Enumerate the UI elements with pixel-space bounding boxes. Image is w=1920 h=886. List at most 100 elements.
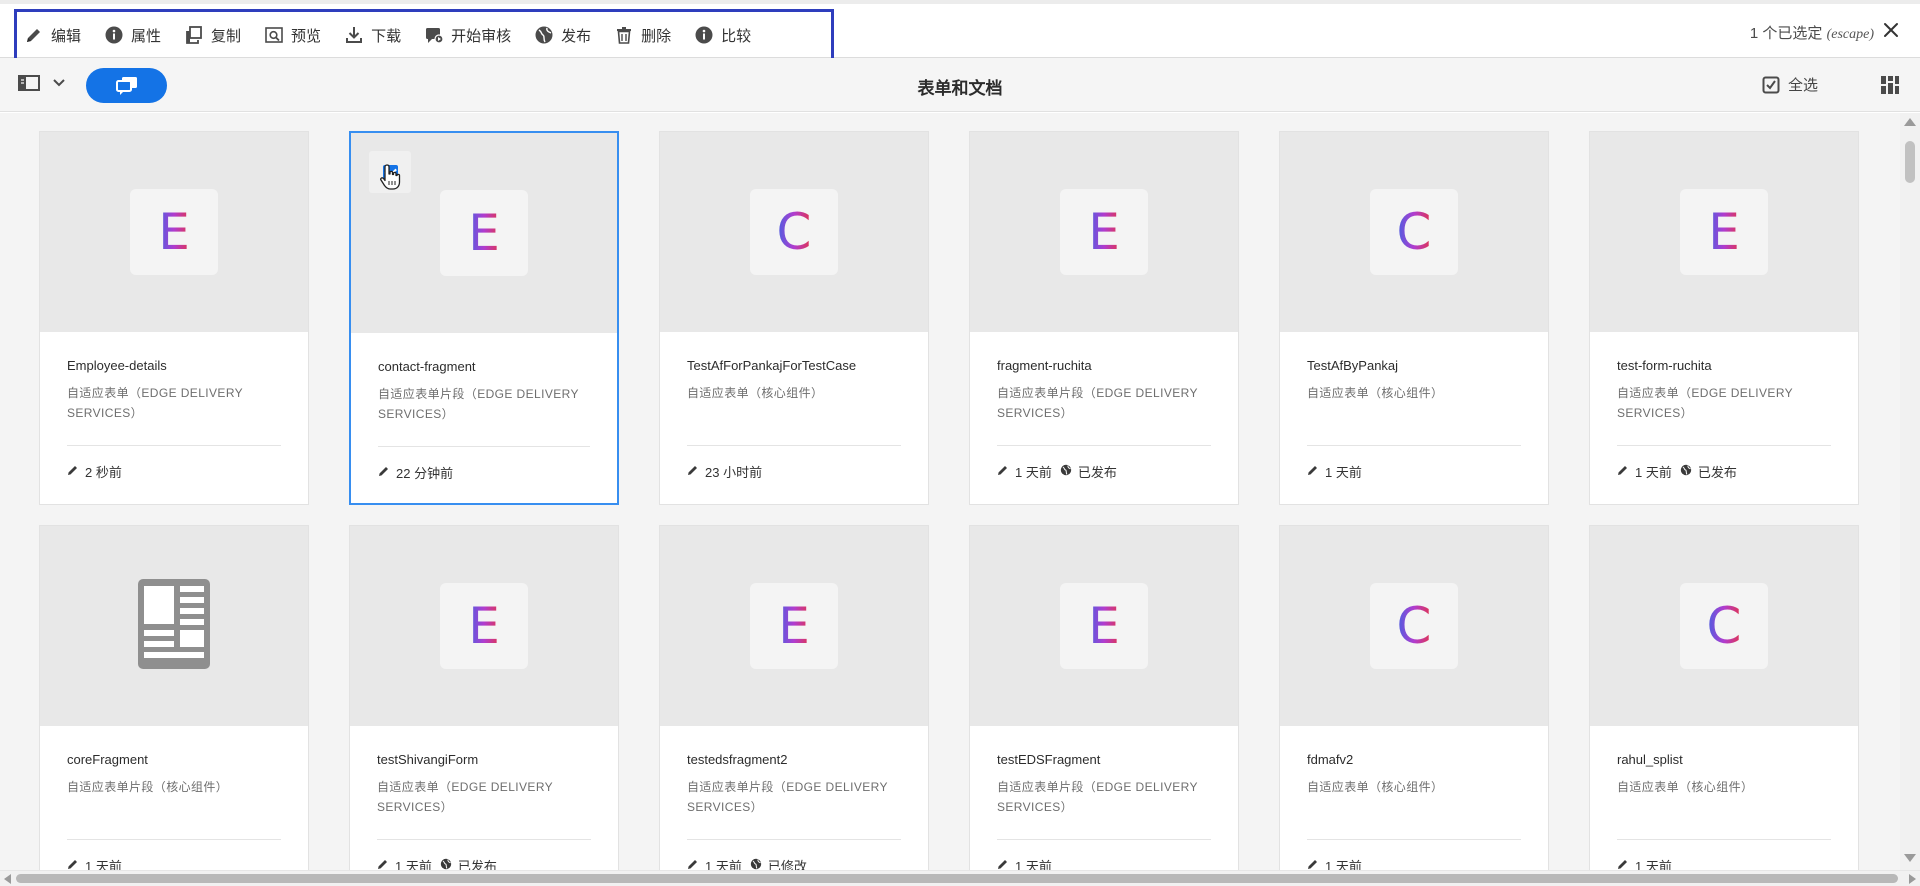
card-info: fdmafv2 自适应表单（核心组件） 1 天前 [1280, 726, 1548, 870]
card-info: testShivangiForm 自适应表单（EDGE DELIVERY SERV… [350, 726, 618, 870]
card-title: test-form-ruchita [1617, 358, 1712, 373]
form-card[interactable]: Etestedsfragment2 自适应表单片段（EDGE DELIVERY S… [659, 525, 929, 870]
card-type: 自适应表单（核心组件） [1617, 780, 1754, 794]
form-card[interactable]: EtestEDSFragment 自适应表单片段（EDGE DELIVERY SE… [969, 525, 1239, 870]
modified-time: 2 秒前 [85, 465, 122, 480]
card-title: coreFragment [67, 752, 148, 767]
form-type-tile: C [750, 189, 838, 275]
action-button-preview[interactable]: 预览 [261, 15, 333, 55]
modified-pencil-icon [1617, 858, 1629, 870]
card-type: 自适应表单（核心组件） [1307, 386, 1444, 400]
publish-status: 已发布 [457, 859, 497, 870]
horizontal-scrollbar[interactable] [0, 870, 1920, 886]
card-divider [1307, 839, 1521, 840]
card-info: TestAfByPankaj 自适应表单（核心组件） 1 天前 [1280, 332, 1548, 506]
form-card[interactable]: EtestShivangiForm 自适应表单（EDGE DELIVERY SER… [349, 525, 619, 870]
escape-hint: (escape) [1826, 27, 1874, 42]
form-card[interactable]: C TestAfForPankajForTestCase 自适应表单（核心组件） 23… [659, 131, 929, 505]
card-title: Employee-details [67, 358, 167, 373]
card-info: testedsfragment2 自适应表单片段（EDGE DELIVERY SE… [660, 726, 928, 870]
action-button-info[interactable]: 比较 [691, 15, 763, 55]
card-title: fragment-ruchita [997, 358, 1092, 373]
start-review-icon [423, 24, 445, 46]
modified-pencil-icon [377, 858, 389, 870]
comments-button[interactable] [86, 68, 167, 103]
form-card[interactable]: coreFragment 自适应表单片段（核心组件） 1 天前 [39, 525, 309, 870]
card-divider [997, 839, 1211, 840]
card-info: contact-fragment 自适应表单片段（EDGE DELIVERY SE… [351, 333, 617, 507]
modified-pencil-icon [67, 858, 79, 870]
card-thumbnail: E [970, 132, 1238, 332]
form-type-tile: C [1370, 189, 1458, 275]
scroll-up-arrow[interactable] [1904, 118, 1916, 126]
card-type: 自适应表单片段（EDGE DELIVERY SERVICES） [997, 386, 1198, 420]
select-all-button[interactable]: 全选 [1762, 74, 1818, 95]
publish-status: 已发布 [1697, 465, 1737, 480]
card-meta: 23 小时前 [687, 462, 762, 481]
card-divider [67, 839, 281, 840]
action-button-pencil[interactable]: 编辑 [21, 15, 93, 55]
action-bar: 编辑 属性 复制 预览 下载 开始审核 发布 删除 比较 1 个已选定 (escape) [0, 0, 1920, 61]
close-selection-button[interactable] [1880, 19, 1902, 41]
view-switcher-button[interactable] [1880, 75, 1900, 100]
card-type: 自适应表单片段（核心组件） [67, 780, 229, 794]
publish-status: 已发布 [1077, 465, 1117, 480]
card-type: 自适应表单（EDGE DELIVERY SERVICES） [67, 386, 243, 420]
card-meta: 1 天前 [997, 856, 1052, 870]
modified-time: 23 小时前 [705, 465, 763, 480]
vertical-scroll-thumb[interactable] [1905, 141, 1915, 183]
card-thumbnail: E [1590, 132, 1858, 332]
modified-time: 1 天前 [1325, 465, 1362, 480]
action-button-start-review[interactable]: 开始审核 [421, 15, 523, 55]
eds-form-monogram: E [468, 597, 500, 655]
action-label: 开始审核 [451, 27, 512, 45]
card-divider [1617, 839, 1831, 840]
form-card[interactable]: Cfdmafv2 自适应表单（核心组件） 1 天前 [1279, 525, 1549, 870]
scroll-left-arrow[interactable] [4, 874, 11, 884]
card-grid-area: E Employee-details 自适应表单（EDGE DELIVERY SER… [0, 113, 1900, 870]
hand-pointer-icon [379, 163, 403, 196]
card-title: testEDSFragment [997, 752, 1101, 767]
card-title: TestAfByPankaj [1307, 358, 1399, 373]
core-form-monogram: C [1396, 597, 1432, 655]
action-button-trash[interactable]: 删除 [611, 15, 683, 55]
form-type-tile: C [1370, 583, 1458, 669]
modified-time: 1 天前 [85, 859, 122, 870]
form-card[interactable]: Efragment-ruchita 自适应表单片段（EDGE DELIVERY S… [969, 131, 1239, 505]
card-type: 自适应表单片段（EDGE DELIVERY SERVICES） [997, 780, 1198, 814]
horizontal-scroll-thumb[interactable] [16, 874, 1898, 883]
modified-pencil-icon [378, 465, 390, 480]
card-type: 自适应表单（EDGE DELIVERY SERVICES） [377, 780, 553, 814]
form-type-tile: E [1060, 583, 1148, 669]
card-divider [997, 445, 1211, 446]
form-card[interactable]: E Employee-details 自适应表单（EDGE DELIVERY SER… [39, 131, 309, 505]
selection-count: 1 个已选定 (escape) [1750, 22, 1874, 43]
action-button-globe[interactable]: 发布 [531, 15, 603, 55]
eds-form-monogram: E [1708, 203, 1740, 261]
form-card[interactable]: Econtact-fragment 自适应表单片段（EDGE DELIVERY S… [349, 131, 619, 505]
card-thumbnail: E [350, 526, 618, 726]
card-divider [687, 839, 901, 840]
form-card[interactable]: Crahul_splist 自适应表单（核心组件） 1 天前 [1589, 525, 1859, 870]
form-card[interactable]: Etest-form-ruchita 自适应表单（EDGE DELIVERY SE… [1589, 131, 1859, 505]
modified-time: 1 天前 [705, 859, 742, 870]
card-thumbnail: E [40, 132, 308, 332]
card-title: testedsfragment2 [687, 752, 788, 767]
action-button-copy[interactable]: 复制 [181, 15, 253, 55]
publish-status-icon [1060, 464, 1072, 479]
select-all-icon [1762, 76, 1780, 93]
action-button-download[interactable]: 下载 [341, 15, 413, 55]
action-button-info[interactable]: 属性 [101, 15, 173, 55]
vertical-scrollbar[interactable] [1900, 113, 1920, 870]
scroll-right-arrow[interactable] [1909, 874, 1916, 884]
card-info: rahul_splist 自适应表单（核心组件） 1 天前 [1590, 726, 1858, 870]
secondary-toolbar: 表单和文档 全选 [0, 58, 1920, 112]
action-label: 发布 [561, 27, 592, 45]
card-meta: 2 秒前 [67, 462, 122, 481]
card-type: 自适应表单（核心组件） [1307, 780, 1444, 794]
rail-toggle-button[interactable] [18, 74, 66, 92]
form-card[interactable]: C TestAfByPankaj 自适应表单（核心组件） 1 天前 [1279, 131, 1549, 505]
scroll-down-arrow[interactable] [1904, 854, 1916, 862]
form-type-tile: E [1680, 189, 1768, 275]
card-meta: 1 天前 [1307, 856, 1362, 870]
